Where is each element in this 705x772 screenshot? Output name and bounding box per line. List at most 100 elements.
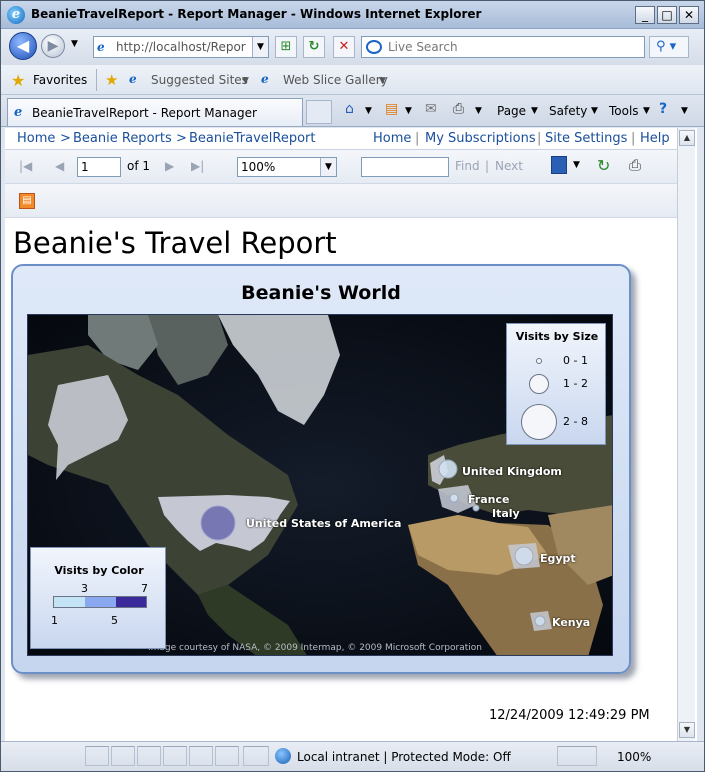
country-label-italy[interactable]: Italy	[492, 507, 520, 520]
help-icon[interactable]: ?	[659, 101, 667, 117]
report-refresh-icon[interactable]: ↻	[597, 156, 610, 175]
egypt-visit-bubble	[514, 546, 534, 566]
stop-icon[interactable]: ✕	[333, 36, 355, 58]
france-visit-bubble	[449, 493, 459, 503]
color-legend-tick: 3	[81, 582, 88, 595]
link-separator: |	[415, 131, 420, 146]
find-next-link[interactable]: Next	[495, 159, 523, 173]
home-link[interactable]: Home	[373, 131, 411, 146]
color-legend: Visits by Color 3 7 1 5	[30, 547, 166, 649]
breadcrumb-beanie-travel-report[interactable]: BeanieTravelReport	[189, 131, 315, 146]
color-legend-tick: 7	[141, 582, 148, 595]
home-icon[interactable]: ⌂	[345, 101, 354, 117]
mail-icon[interactable]: ✉	[425, 101, 437, 117]
home-dropdown-icon[interactable]: ▼	[365, 106, 372, 116]
safety-menu-dropdown-icon[interactable]: ▼	[591, 106, 598, 116]
suggested-sites-link[interactable]: Suggested Sites	[151, 73, 248, 87]
safety-menu[interactable]: Safety	[549, 104, 587, 118]
country-label-kenya[interactable]: Kenya	[552, 616, 590, 629]
country-label-usa[interactable]: United States of America	[246, 517, 401, 530]
find-text-input[interactable]	[361, 157, 449, 177]
page-number-input[interactable]: 1	[77, 157, 121, 177]
country-label-egypt[interactable]: Egypt	[540, 552, 576, 565]
zoom-dropdown-icon[interactable]: ▼	[320, 158, 336, 176]
search-input[interactable]: Live Search	[361, 36, 645, 58]
print-command-icon[interactable]: ⎙	[453, 101, 464, 117]
web-slice-gallery-link[interactable]: Web Slice Gallery	[283, 73, 388, 87]
my-subscriptions-link[interactable]: My Subscriptions	[425, 131, 536, 146]
maximize-button[interactable]: □	[657, 6, 677, 24]
find-separator: |	[485, 159, 490, 173]
size-legend: Visits by Size 0 - 1 1 - 2 2 - 8	[506, 323, 606, 445]
page-menu[interactable]: Page	[497, 104, 526, 118]
export-icon[interactable]	[551, 156, 567, 174]
breadcrumb-beanie-reports[interactable]: Beanie Reports	[73, 131, 172, 146]
web-slice-dropdown-icon[interactable]: ▼	[379, 76, 386, 86]
close-button[interactable]: ✕	[679, 6, 699, 24]
scroll-up-button[interactable]: ▲	[679, 130, 695, 146]
help-link[interactable]: Help	[640, 131, 670, 146]
status-bar: Local intranet | Protected Mode: Off 100…	[1, 741, 704, 771]
world-map[interactable]: United States of America United Kingdom …	[27, 314, 613, 656]
first-page-icon[interactable]: |◀	[19, 159, 32, 173]
tools-menu[interactable]: Tools	[609, 104, 639, 118]
add-to-favorites-bar-icon[interactable]: ★	[105, 71, 118, 89]
country-label-france[interactable]: France	[468, 493, 509, 506]
document-map-bar: ▤	[5, 184, 677, 218]
protected-mode-icon[interactable]	[243, 746, 269, 766]
compatibility-view-icon[interactable]: ⊞	[275, 36, 297, 58]
address-input[interactable]: e http://localhost/Reports, ▼	[93, 36, 269, 58]
feeds-dropdown-icon[interactable]: ▼	[405, 106, 412, 116]
tab-report-manager[interactable]: e BeanieTravelReport - Report Manager	[7, 98, 303, 126]
feeds-icon[interactable]: ▤	[385, 101, 398, 117]
document-map-icon[interactable]: ▤	[19, 193, 35, 209]
help-dropdown-icon[interactable]: ▼	[681, 106, 688, 116]
tab-page-icon: e	[14, 105, 23, 120]
page-icon: e	[97, 40, 105, 54]
new-tab-button[interactable]	[306, 100, 332, 124]
last-page-icon[interactable]: ▶|	[191, 159, 204, 173]
status-segment	[163, 746, 187, 766]
refresh-icon[interactable]: ↻	[303, 36, 325, 58]
favorites-star-icon[interactable]: ★	[11, 71, 25, 90]
report-manager-header: Home > Beanie Reports > BeanieTravelRepo…	[5, 128, 677, 150]
zoom-select[interactable]: 100% ▼	[237, 157, 337, 177]
find-link[interactable]: Find	[455, 159, 480, 173]
print-dropdown-icon[interactable]: ▼	[475, 106, 482, 116]
zoom-level[interactable]: 100%	[617, 750, 651, 764]
vertical-scrollbar[interactable]: ▲ ▼	[677, 128, 695, 741]
forward-button[interactable]: ▶	[41, 34, 65, 58]
favorites-bar: ★ Favorites ★ e Suggested Sites ▼ e Web …	[1, 65, 704, 95]
export-dropdown-icon[interactable]: ▼	[573, 160, 580, 170]
ie-logo-icon: e	[7, 6, 25, 24]
color-legend-tick: 5	[111, 614, 118, 627]
security-zone[interactable]: Local intranet | Protected Mode: Off	[297, 750, 511, 764]
breadcrumb-separator: >	[60, 131, 71, 146]
page-menu-dropdown-icon[interactable]: ▼	[531, 106, 538, 116]
link-separator: |	[537, 131, 542, 146]
map-title: Beanie's World	[241, 282, 401, 304]
size-legend-label: 2 - 8	[563, 415, 588, 428]
color-legend-segment	[85, 597, 116, 607]
search-placeholder: Live Search	[388, 40, 458, 54]
previous-page-icon[interactable]: ◀	[55, 159, 64, 173]
scroll-down-button[interactable]: ▼	[679, 722, 695, 738]
tools-menu-dropdown-icon[interactable]: ▼	[643, 106, 650, 116]
suggested-sites-dropdown-icon[interactable]: ▼	[242, 76, 249, 86]
local-intranet-icon	[275, 748, 291, 764]
next-page-icon[interactable]: ▶	[165, 159, 174, 173]
favorites-button[interactable]: Favorites	[33, 73, 87, 87]
report-print-icon[interactable]: ⎙	[629, 156, 641, 174]
status-segment	[189, 746, 213, 766]
site-settings-link[interactable]: Site Settings	[545, 131, 627, 146]
status-lock-area[interactable]	[557, 746, 597, 766]
breadcrumb-home[interactable]: Home	[17, 131, 55, 146]
search-button[interactable]: ⚲ ▾	[649, 36, 689, 58]
history-dropdown-icon[interactable]: ▼	[71, 39, 78, 49]
address-url: http://localhost/Reports,	[116, 40, 246, 54]
minimize-button[interactable]: _	[635, 6, 655, 24]
country-label-uk[interactable]: United Kingdom	[462, 465, 562, 478]
size-legend-label: 1 - 2	[563, 377, 588, 390]
address-dropdown-icon[interactable]: ▼	[252, 37, 268, 57]
back-button[interactable]: ◀	[9, 32, 37, 60]
